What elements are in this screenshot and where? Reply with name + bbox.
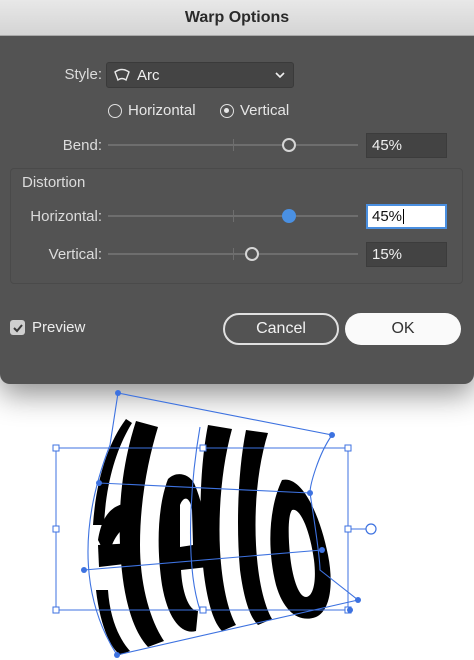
distortion-vertical-slider[interactable] bbox=[108, 244, 358, 264]
horizontal-radio[interactable]: Horizontal bbox=[108, 102, 196, 119]
checkmark-icon bbox=[12, 323, 23, 332]
slider-center-tick bbox=[233, 210, 234, 222]
resize-handle[interactable] bbox=[344, 444, 352, 452]
radio-selected-icon bbox=[220, 103, 234, 118]
vertical-radio[interactable]: Vertical bbox=[220, 102, 289, 119]
distortion-horizontal-value: 45% bbox=[372, 208, 403, 225]
distortion-vertical-label: Vertical: bbox=[48, 246, 102, 263]
warped-text-hello[interactable] bbox=[93, 419, 331, 655]
resize-handle[interactable] bbox=[52, 444, 60, 452]
distortion-vertical-field[interactable]: 15% bbox=[366, 242, 447, 267]
dialog-title: Warp Options bbox=[184, 8, 290, 26]
resize-handle[interactable] bbox=[52, 525, 60, 533]
text-caret bbox=[403, 209, 405, 224]
style-dropdown[interactable]: Arc bbox=[106, 62, 294, 88]
bend-field[interactable]: 45% bbox=[366, 133, 447, 158]
vertical-radio-label: Vertical bbox=[240, 102, 290, 119]
rotate-handle-icon[interactable] bbox=[365, 523, 377, 535]
radio-circle-icon bbox=[108, 103, 122, 118]
cancel-button[interactable]: Cancel bbox=[223, 313, 339, 345]
distortion-title: Distortion bbox=[22, 174, 86, 191]
distortion-horizontal-knob[interactable] bbox=[282, 209, 297, 223]
warped-artwork[interactable] bbox=[0, 385, 474, 660]
resize-handle[interactable] bbox=[199, 606, 207, 614]
bend-slider[interactable] bbox=[108, 135, 358, 155]
arc-warp-icon bbox=[113, 67, 131, 83]
preview-checkbox[interactable] bbox=[10, 320, 25, 335]
distortion-horizontal-label: Horizontal: bbox=[30, 208, 102, 225]
resize-handle[interactable] bbox=[199, 444, 207, 452]
ok-button[interactable]: OK bbox=[345, 313, 461, 345]
bend-label: Bend: bbox=[62, 137, 102, 154]
slider-center-tick bbox=[233, 248, 234, 260]
distortion-vertical-knob[interactable] bbox=[244, 247, 259, 261]
bend-slider-knob[interactable] bbox=[282, 138, 297, 152]
style-value: Arc bbox=[137, 66, 160, 84]
distortion-horizontal-field[interactable]: 45% bbox=[366, 204, 447, 229]
slider-center-tick bbox=[233, 139, 234, 151]
resize-handle[interactable] bbox=[52, 606, 60, 614]
warp-options-dialog: Warp Options Style: Arc Horizontal Verti… bbox=[0, 0, 474, 384]
chevron-down-icon bbox=[274, 69, 286, 81]
horizontal-radio-label: Horizontal bbox=[128, 102, 196, 119]
resize-handle[interactable] bbox=[344, 525, 352, 533]
distortion-horizontal-slider[interactable] bbox=[108, 206, 358, 226]
title-bar[interactable]: Warp Options bbox=[0, 0, 474, 36]
style-label: Style: bbox=[64, 66, 102, 83]
preview-label[interactable]: Preview bbox=[32, 319, 85, 336]
